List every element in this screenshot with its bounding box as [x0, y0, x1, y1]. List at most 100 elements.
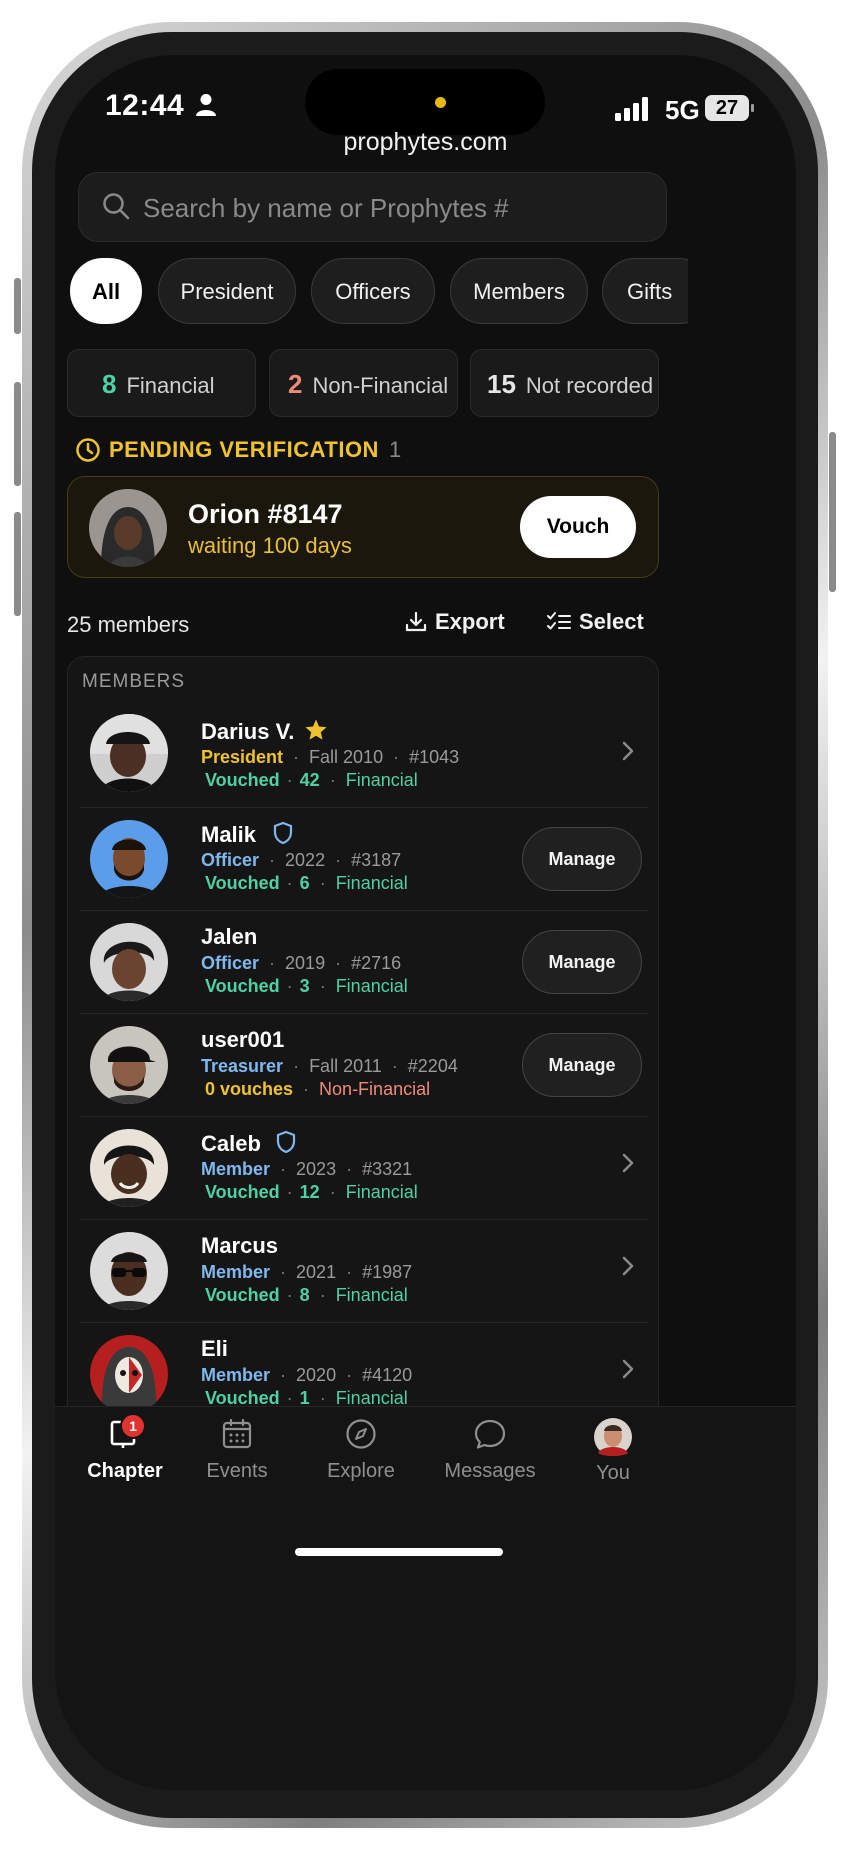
member-name: Caleb	[201, 1130, 297, 1157]
filter-chips: All President Officers Members Gifts	[70, 255, 688, 329]
member-meta: Officer · 2019 · #2716	[201, 953, 402, 973]
tab-you[interactable]: You	[539, 1417, 687, 1485]
shield-icon	[276, 1130, 296, 1154]
member-name: Jalen	[201, 924, 258, 949]
avatar	[90, 1232, 168, 1310]
member-year: 2021	[296, 1262, 337, 1282]
tab-explore[interactable]: Explore	[287, 1417, 435, 1483]
member-year: 2023	[296, 1159, 337, 1179]
cellular-signal-icon	[615, 97, 648, 121]
stat-not-recorded-count: 15	[487, 369, 516, 399]
member-number: #2716	[351, 953, 402, 973]
manage-button[interactable]: Manage	[522, 1033, 642, 1097]
filter-chip-officers[interactable]: Officers	[311, 258, 435, 324]
member-name: Eli	[201, 1336, 228, 1361]
stat-financial-label: Financial	[126, 373, 215, 398]
member-year: 2020	[296, 1365, 337, 1385]
camera-indicator-dot	[435, 97, 446, 108]
volume-up-button	[14, 382, 21, 486]
member-role: President	[201, 747, 284, 767]
stat-non-financial-count: 2	[288, 369, 303, 399]
member-vouch-status: Vouched · 6 · Financial	[205, 873, 408, 893]
filter-chip-gifts[interactable]: Gifts	[602, 258, 688, 324]
avatar	[90, 1129, 168, 1207]
pending-member-card[interactable]: Orion #8147 waiting 100 days Vouch	[67, 476, 659, 578]
member-meta: Officer · 2022 · #3187	[201, 850, 402, 870]
browser-url[interactable]: prophytes.com	[55, 128, 796, 157]
chevron-right-icon[interactable]	[621, 1358, 635, 1380]
chevron-right-icon[interactable]	[621, 1152, 635, 1174]
tab-you-label: You	[596, 1462, 630, 1484]
checklist-icon	[547, 612, 571, 630]
member-year: Fall 2011	[309, 1056, 382, 1076]
list-item[interactable]: Darius V. President · Fall 2010 · #1043 Vouc…	[80, 704, 648, 808]
search-input[interactable]: Search by name or Prophytes #	[78, 172, 667, 242]
list-item[interactable]: Caleb Member · 2023 · #3321 Vouched · 12 · Finan…	[80, 1116, 648, 1220]
member-number: #4120	[362, 1365, 413, 1385]
member-vouch-status: Vouched · 8 · Financial	[205, 1285, 408, 1305]
status-time: 12:44	[105, 89, 185, 122]
filter-chip-all[interactable]: All	[70, 258, 142, 324]
filter-chip-president[interactable]: President	[158, 258, 296, 324]
member-meta: Treasurer · Fall 2011 · #2204	[201, 1056, 458, 1076]
member-role: Member	[201, 1262, 271, 1282]
person-icon	[196, 94, 216, 116]
tab-explore-label: Explore	[327, 1460, 395, 1482]
stat-not-recorded-label: Not recorded	[525, 373, 654, 398]
member-name: Darius V.	[201, 718, 328, 745]
avatar	[90, 820, 168, 898]
list-item[interactable]: Malik Officer · 2022 · #3187 Vouched · 6 · Finan…	[80, 807, 648, 911]
select-button[interactable]: Select	[547, 609, 644, 635]
bottom-tab-bar: 1 Chapter Events Explore Messages You	[55, 1406, 796, 1790]
member-meta: President · Fall 2010 · #1043	[201, 747, 460, 767]
avatar	[89, 489, 167, 567]
pending-verification-label: PENDING VERIFICATION	[109, 437, 379, 462]
message-icon	[474, 1419, 506, 1449]
filter-chip-members[interactable]: Members	[450, 258, 588, 324]
member-name: Marcus	[201, 1233, 279, 1258]
stat-not-recorded[interactable]: 15 Not recorded	[470, 349, 659, 417]
shield-icon	[273, 821, 293, 845]
export-label: Export	[435, 609, 505, 634]
member-count: 25 members	[67, 612, 190, 637]
member-role: Treasurer	[201, 1056, 284, 1076]
member-number: #3187	[351, 850, 402, 870]
list-item[interactable]: Marcus Member · 2021 · #1987 Vouched · 8 · Finan…	[80, 1219, 648, 1323]
member-name: Malik	[201, 821, 294, 848]
select-label: Select	[579, 609, 644, 634]
chevron-right-icon[interactable]	[621, 1255, 635, 1277]
member-financial-status: Financial	[345, 1182, 418, 1202]
vouch-button[interactable]: Vouch	[520, 496, 636, 558]
pending-verification-heading: PENDING VERIFICATION 1	[75, 437, 402, 463]
member-vouch-status: Vouched · 12 · Financial	[205, 1182, 418, 1202]
member-number: #1987	[362, 1262, 413, 1282]
member-vouch-status: Vouched · 42 · Financial	[205, 770, 418, 790]
member-vouch-status: 0 vouches · Non-Financial	[205, 1079, 431, 1099]
home-indicator[interactable]	[295, 1548, 503, 1556]
member-number: #2204	[407, 1056, 458, 1076]
avatar	[90, 714, 168, 792]
pending-member-name: Orion #8147	[188, 499, 343, 529]
compass-icon	[346, 1419, 376, 1449]
manage-button[interactable]: Manage	[522, 930, 642, 994]
list-item[interactable]: user001 Treasurer · Fall 2011 · #2204 0 vouc…	[80, 1013, 648, 1117]
members-list: MEMBERS Darius V. President · Fall 2010 · #1…	[67, 656, 659, 1456]
avatar	[90, 1335, 168, 1413]
stat-non-financial[interactable]: 2 Non-Financial	[269, 349, 458, 417]
manage-button[interactable]: Manage	[522, 827, 642, 891]
search-placeholder: Search by name or Prophytes #	[143, 193, 509, 223]
member-financial-status: Financial	[345, 770, 418, 790]
export-button[interactable]: Export	[405, 609, 505, 635]
member-year: Fall 2010	[309, 747, 384, 767]
avatar	[90, 923, 168, 1001]
member-financial-status: Financial	[335, 976, 408, 996]
dynamic-island	[305, 69, 545, 135]
chevron-right-icon[interactable]	[621, 740, 635, 762]
stat-financial[interactable]: 8 Financial	[67, 349, 256, 417]
avatar	[594, 1418, 632, 1456]
list-item[interactable]: Jalen Officer · 2019 · #2716 Vouched · 3 · Finan…	[80, 910, 648, 1014]
battery-icon: 27	[705, 95, 754, 121]
clock-icon	[76, 438, 100, 462]
member-role: Officer	[201, 850, 260, 870]
pending-member-waiting: waiting 100 days	[188, 533, 352, 558]
